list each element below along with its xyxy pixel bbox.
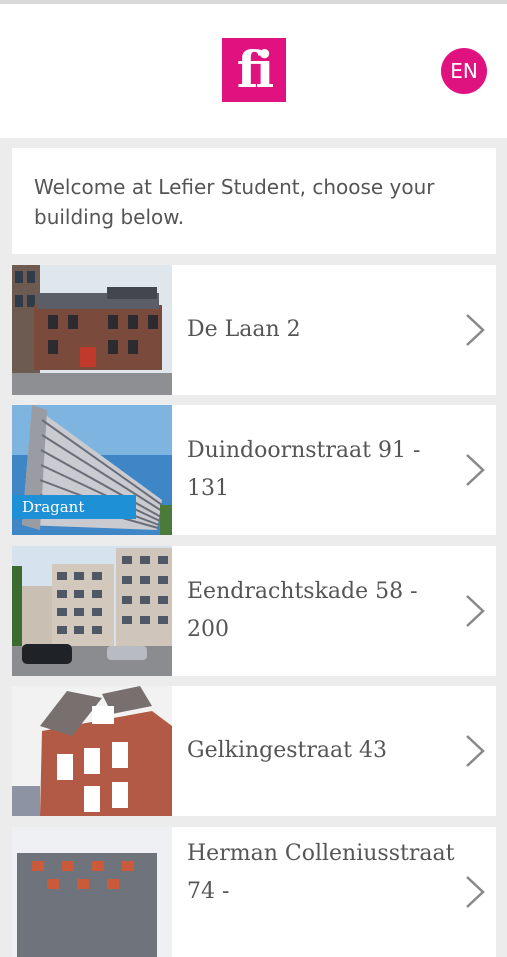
building-name: Gelkingestraat 43 [187,738,387,763]
chevron-right-icon [466,735,485,767]
building-name: Eendrachtskade 58 - 200 [187,579,418,642]
building-card-de-laan[interactable]: De Laan 2 [12,265,496,395]
welcome-text: Welcome at Lefier Student, choose your b… [34,175,435,229]
chevron-right-icon [466,595,485,627]
building-photo [12,686,172,816]
building-name: De Laan 2 [187,317,301,342]
building-name: Duindoornstraat 91 - 131 [187,438,421,501]
building-card-gelkingestraat[interactable]: Gelkingestraat 43 [12,686,496,816]
building-photo [12,546,172,676]
building-photo [12,827,172,957]
building-photo [12,265,172,395]
building-name: Herman Colleniusstraat 74 - [187,841,455,904]
lefier-logo: fi [222,38,286,102]
chevron-right-icon [466,876,485,908]
app-header: fi EN [0,4,507,138]
language-button[interactable]: EN [441,48,487,94]
building-card-duindoornstraat[interactable]: Dragant Duindoornstraat 91 - 131 [12,405,496,535]
building-card-herman-colleniusstraat[interactable]: Herman Colleniusstraat 74 - [12,827,496,957]
welcome-message: Welcome at Lefier Student, choose your b… [12,148,496,254]
chevron-right-icon [466,314,485,346]
building-card-eendrachtskade[interactable]: Eendrachtskade 58 - 200 [12,546,496,676]
chevron-right-icon [466,454,485,486]
building-tag: Dragant [12,495,136,519]
